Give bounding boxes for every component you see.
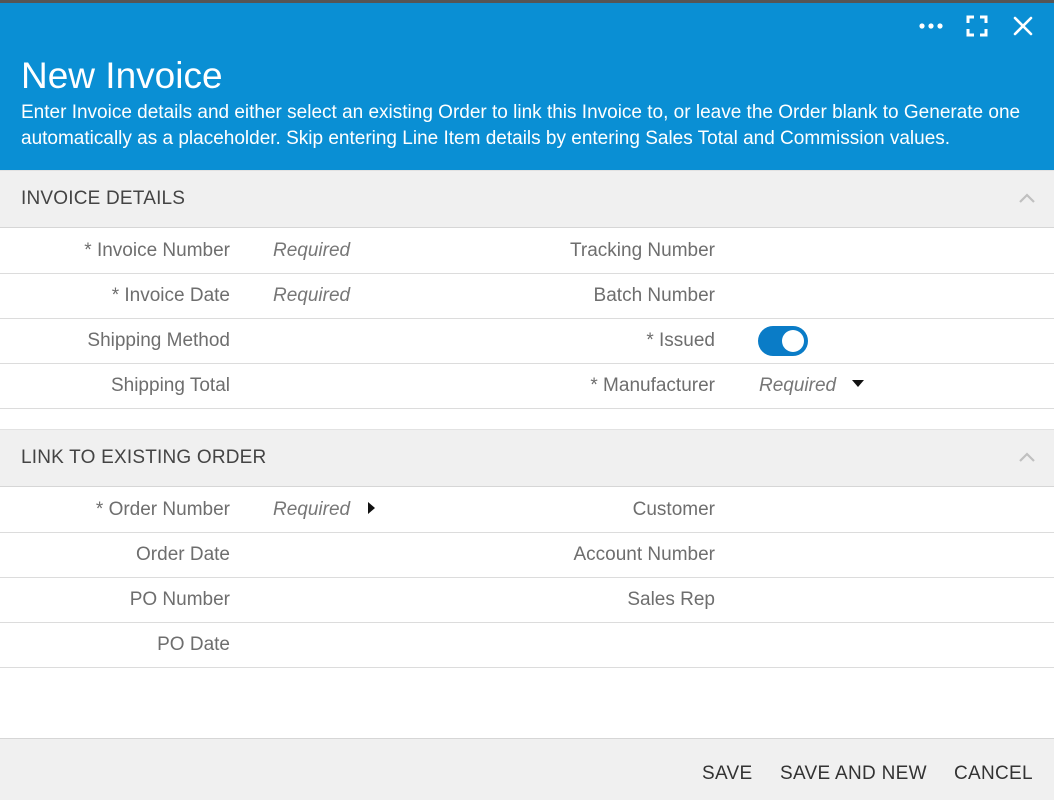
form-row: Shipping Method * Issued [0,319,1054,364]
section-title: INVOICE DETAILS [21,188,186,209]
order-number-value: Required [273,499,351,520]
form-row: Order Date Account Number [0,533,1054,578]
invoice-date-label: * Invoice Date [111,285,230,306]
form-row: * Invoice Number Required Tracking Numbe… [0,229,1054,274]
section-header-invoice-details[interactable]: INVOICE DETAILS [0,170,1054,228]
dialog-title: New Invoice [21,55,223,96]
header-actions [918,13,1036,39]
order-number-label: * Order Number [95,499,230,520]
form-row: PO Number Sales Rep [0,578,1054,623]
section-header-link-order[interactable]: LINK TO EXISTING ORDER [0,429,1054,487]
manufacturer-value: Required [759,375,837,396]
shipping-method-label: Shipping Method [87,330,230,351]
form-row: Shipping Total * Manufacturer Required [0,364,1054,409]
chevron-up-icon[interactable] [1018,450,1036,464]
expand-icon[interactable] [964,13,990,39]
batch-number-label: Batch Number [593,285,715,306]
account-number-label: Account Number [573,544,715,565]
tracking-number-label: Tracking Number [569,240,715,261]
toggle-knob [782,330,804,352]
form-row: * Invoice Date Required Batch Number [0,274,1054,319]
manufacturer-label: * Manufacturer [590,375,715,396]
close-icon[interactable] [1010,13,1036,39]
dialog-footer: SAVE SAVE AND NEW CANCEL [0,738,1054,800]
sales-rep-label: Sales Rep [627,589,715,610]
chevron-up-icon[interactable] [1018,191,1036,205]
invoice-date-input[interactable]: Required [273,285,350,307]
form-row: PO Date [0,623,1054,668]
caret-right-icon [368,501,376,514]
save-and-new-button[interactable]: SAVE AND NEW [780,763,927,785]
po-date-label: PO Date [157,634,230,655]
manufacturer-select[interactable]: Required [759,375,865,397]
section-title: LINK TO EXISTING ORDER [21,447,267,468]
order-date-label: Order Date [136,544,230,565]
save-button[interactable]: SAVE [702,763,752,785]
dialog-description: Enter Invoice details and either select … [21,102,1021,149]
more-icon[interactable] [918,13,944,39]
issued-label: * Issued [646,330,715,351]
form-row: * Order Number Required Customer [0,488,1054,533]
invoice-number-input[interactable]: Required [273,240,350,262]
caret-down-icon [852,380,865,388]
order-number-lookup[interactable]: Required [273,499,376,521]
shipping-total-label: Shipping Total [110,375,230,396]
dialog-header: New Invoice Enter Invoice details and ei… [0,3,1054,170]
issued-toggle[interactable] [758,326,808,356]
invoice-number-label: * Invoice Number [84,240,230,261]
po-number-label: PO Number [129,589,230,610]
customer-label: Customer [632,499,715,520]
cancel-button[interactable]: CANCEL [954,763,1033,785]
